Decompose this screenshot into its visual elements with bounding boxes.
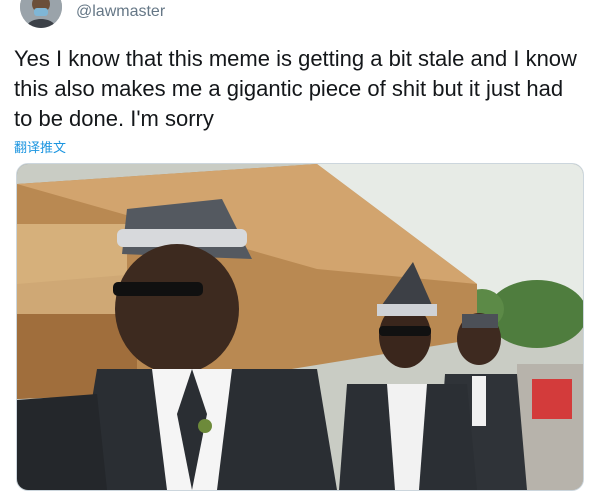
user-handle[interactable]: @lawmaster xyxy=(76,3,165,21)
avatar[interactable] xyxy=(20,0,62,28)
tweet-card: @lawmaster Yes I know that this meme is … xyxy=(0,0,596,500)
tweet-media[interactable] xyxy=(16,163,584,491)
tweet-text: Yes I know that this meme is getting a b… xyxy=(14,46,577,131)
media-image xyxy=(17,164,583,490)
translate-tweet-link[interactable]: 翻译推文 xyxy=(14,137,66,156)
